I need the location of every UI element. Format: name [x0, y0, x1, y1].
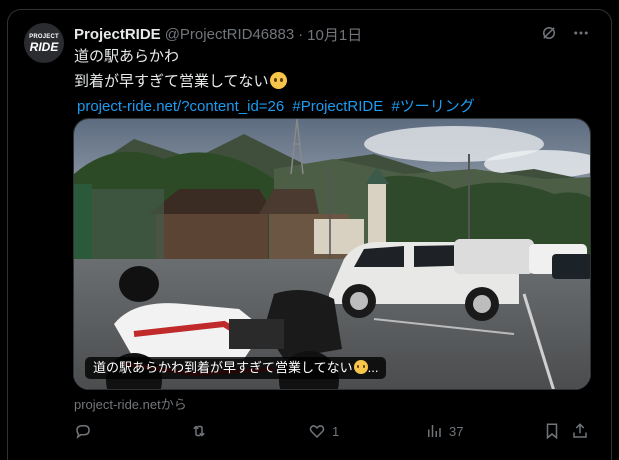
like-button[interactable]: 1	[308, 422, 339, 440]
avatar[interactable]: PROJECT RIDE	[24, 23, 64, 63]
share-icon	[573, 423, 587, 438]
author-handle[interactable]: @ProjectRID46883	[165, 26, 294, 43]
post-text: 道の駅あらかわ 到着が早すぎて営業してない project-ride.net/?…	[74, 44, 479, 119]
views-count: 37	[449, 423, 464, 439]
link-source[interactable]: project-ride.netから	[74, 394, 187, 413]
avatar-text-top: PROJECT	[29, 33, 59, 40]
views-icon	[428, 425, 441, 437]
repost-icon	[193, 425, 205, 437]
photo-parking-lot	[74, 119, 590, 389]
media-caption: 道の駅あらかわ到着が早すぎて営業してない...	[85, 357, 387, 379]
post-text-line2: 到着が早すぎて営業してない	[74, 69, 479, 94]
bookmark-button[interactable]	[543, 422, 561, 440]
like-count: 1	[332, 423, 340, 439]
reply-button[interactable]	[74, 422, 98, 440]
grok-icon[interactable]	[540, 24, 558, 42]
hashtag-touring[interactable]: #ツーリング	[391, 98, 474, 115]
post-text-line1: 道の駅あらかわ	[74, 48, 180, 65]
post-text-line2-body: 到着が早すぎて営業してない	[74, 73, 269, 90]
pleading-face-emoji-icon	[269, 72, 287, 89]
reply-icon	[76, 425, 90, 439]
pleading-face-emoji-icon	[353, 360, 368, 374]
post-links: project-ride.net/?content_id=26 #Project…	[77, 94, 479, 119]
media-caption-text: 道の駅あらかわ到着が早すぎて営業してない	[93, 360, 353, 375]
post-link[interactable]: project-ride.net/?content_id=26	[77, 98, 284, 115]
avatar-text-bottom: RIDE	[29, 39, 59, 54]
post-date[interactable]: 10月1日	[307, 24, 362, 45]
like-icon	[309, 425, 325, 439]
views-button[interactable]: 37	[425, 422, 463, 440]
share-button[interactable]	[571, 422, 589, 440]
repost-button[interactable]	[190, 422, 214, 440]
media-caption-ellipsis: ...	[367, 360, 379, 375]
post-top-actions	[540, 24, 590, 42]
bookmark-icon	[546, 423, 558, 440]
media-card[interactable]	[73, 118, 591, 390]
separator-dot: ·	[298, 25, 304, 43]
hashtag-projectride[interactable]: #ProjectRIDE	[292, 98, 383, 115]
more-icon[interactable]	[572, 24, 590, 42]
action-bar: 1 37	[74, 422, 591, 442]
post-header: ProjectRIDE @ProjectRID46883 · 10月1日	[74, 24, 362, 45]
author-name[interactable]: ProjectRIDE	[74, 26, 161, 43]
